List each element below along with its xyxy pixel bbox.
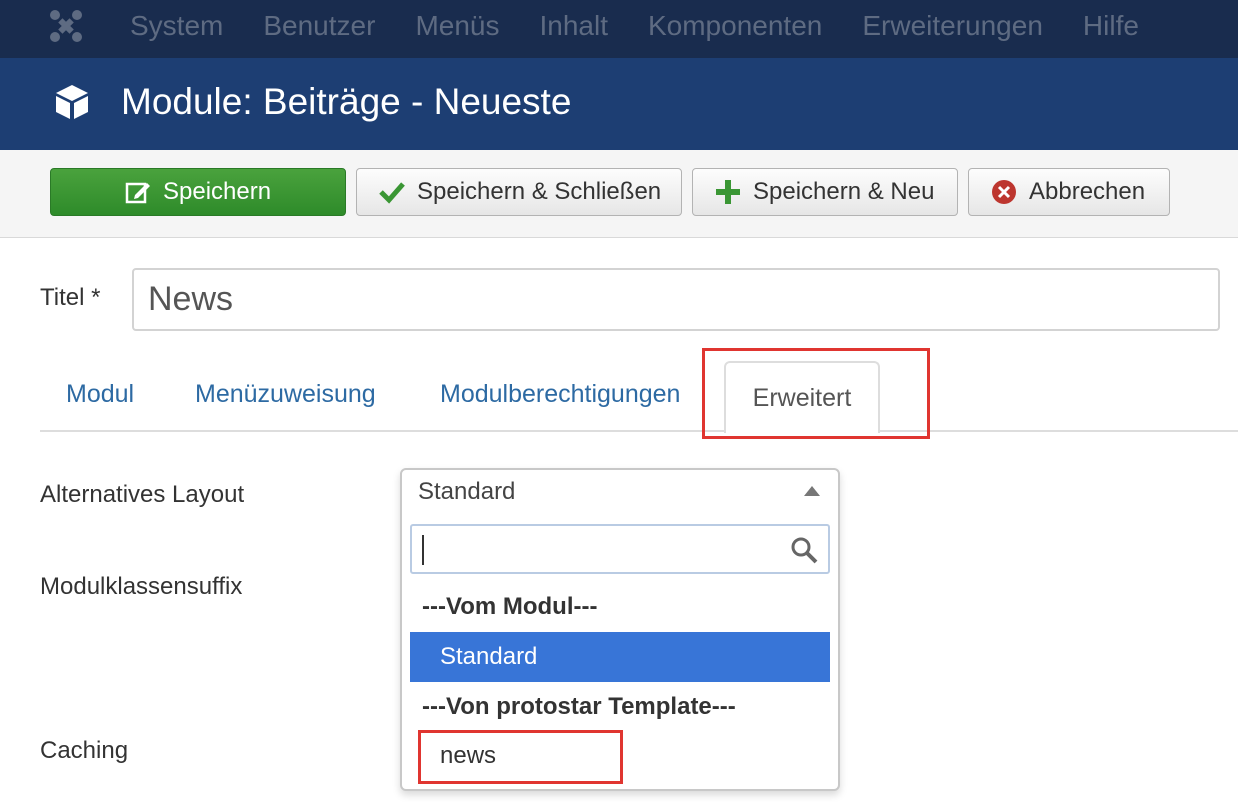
menu-inhalt[interactable]: Inhalt (519, 10, 628, 42)
chevron-up-icon[interactable] (804, 486, 820, 496)
suffix-label: Modulklassensuffix (40, 573, 243, 600)
save-new-label: Speichern & Neu (753, 178, 935, 205)
menu-system[interactable]: System (110, 10, 243, 42)
joomla-logo-icon[interactable] (46, 6, 86, 46)
menu-benutzer[interactable]: Benutzer (243, 10, 395, 42)
main-menu: System Benutzer Menüs Inhalt Komponenten… (110, 0, 1159, 52)
title-input[interactable]: News (132, 268, 1220, 331)
menu-komponenten[interactable]: Komponenten (628, 10, 842, 42)
menu-erweiterungen[interactable]: Erweiterungen (842, 10, 1063, 42)
save-close-button[interactable]: Speichern & Schließen (356, 168, 682, 216)
layout-label: Alternatives Layout (40, 481, 245, 508)
save-new-button[interactable]: Speichern & Neu (692, 168, 958, 216)
save-close-label: Speichern & Schließen (417, 178, 662, 205)
text-cursor (422, 535, 424, 565)
cube-icon (56, 85, 88, 119)
highlight-tab-erweitert (702, 348, 930, 439)
save-label: Speichern (163, 178, 272, 205)
caching-label: Caching (40, 737, 129, 764)
plus-icon (716, 180, 740, 204)
menu-menus[interactable]: Menüs (395, 10, 519, 42)
cancel-button[interactable]: Abbrechen (968, 168, 1170, 216)
dropdown-option-standard[interactable]: Standard (410, 632, 830, 682)
cancel-circle-icon (992, 180, 1016, 204)
tab-modul[interactable]: Modul (66, 380, 134, 409)
layout-dropdown-selected[interactable]: Standard (418, 478, 515, 506)
dropdown-group-template: ---Von protostar Template--- (422, 693, 736, 720)
edit-icon (125, 182, 150, 204)
dropdown-group-modul: ---Vom Modul--- (422, 593, 598, 620)
dropdown-option-standard-label: Standard (440, 643, 538, 670)
page-title: Module: Beiträge - Neueste (121, 81, 572, 122)
tab-modulberechtigungen[interactable]: Modulberechtigungen (440, 380, 680, 409)
check-icon (379, 182, 405, 204)
tabs-divider (40, 430, 1238, 432)
cancel-label: Abbrechen (1029, 178, 1146, 205)
search-icon (791, 537, 818, 564)
title-label: Titel * (40, 284, 101, 311)
title-input-value: News (148, 280, 234, 318)
highlight-option-news (418, 730, 623, 784)
page-header: Module: Beiträge - Neueste (0, 58, 1238, 150)
tab-menuzuweisung[interactable]: Menüzuweisung (195, 380, 376, 409)
menu-hilfe[interactable]: Hilfe (1063, 10, 1159, 42)
save-button[interactable]: Speichern (50, 168, 346, 216)
dropdown-search-input[interactable] (410, 524, 830, 574)
toolbar: Speichern Speichern & Schließen Speicher… (0, 150, 1238, 238)
top-navbar: System Benutzer Menüs Inhalt Komponenten… (0, 0, 1238, 58)
